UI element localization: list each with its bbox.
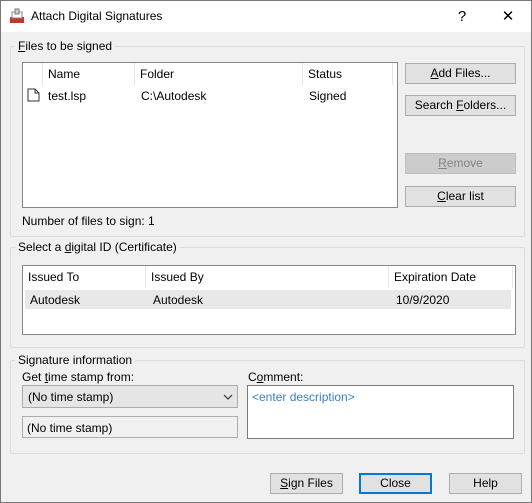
title-bar: Attach Digital Signatures ? ✕: [1, 1, 531, 32]
files-row[interactable]: test.lsp C:\Autodesk Signed: [23, 85, 397, 105]
sign-files-button[interactable]: Sign Files: [270, 473, 343, 494]
chevron-down-icon: [223, 394, 233, 400]
digital-id-group-label: Select a digital ID (Certificate): [15, 240, 180, 254]
help-button[interactable]: Help: [449, 473, 522, 494]
comment-label: Comment:: [248, 370, 304, 384]
timestamp-dropdown[interactable]: (No time stamp): [22, 385, 238, 408]
file-name-cell: test.lsp: [48, 89, 87, 103]
file-folder-cell: C:\Autodesk: [141, 89, 207, 103]
files-col-icon: [23, 63, 43, 85]
cert-col-expiration[interactable]: Expiration Date: [389, 266, 513, 288]
close-button[interactable]: Close: [359, 473, 432, 494]
timestamp-dropdown-value: (No time stamp): [28, 390, 114, 404]
files-col-name[interactable]: Name: [43, 63, 135, 85]
signature-info-group-label: Signature information: [15, 353, 136, 367]
files-group-label: Files to be signed: [15, 39, 116, 53]
files-col-status[interactable]: Status: [303, 63, 393, 85]
cert-col-issued-to[interactable]: Issued To: [23, 266, 146, 288]
files-count-text: Number of files to sign: 1: [22, 214, 155, 228]
close-icon: ✕: [501, 8, 515, 25]
certificate-row[interactable]: Autodesk Autodesk 10/9/2020: [25, 290, 511, 309]
cert-issued-by-cell: Autodesk: [153, 293, 204, 307]
window-title: Attach Digital Signatures: [31, 9, 163, 23]
timestamp-readonly-field: (No time stamp): [22, 416, 238, 438]
comment-textarea[interactable]: <enter description>: [247, 385, 514, 439]
help-title-button[interactable]: ?: [439, 1, 485, 32]
cert-expiration-cell: 10/9/2020: [396, 293, 450, 307]
question-mark-icon: ?: [457, 8, 467, 25]
timestamp-readonly-value: (No time stamp): [27, 421, 113, 435]
signature-app-icon: [10, 8, 24, 23]
files-list[interactable]: Name Folder Status test.lsp C:\Autodesk …: [22, 62, 398, 208]
add-files-button[interactable]: Add Files...: [405, 63, 516, 84]
search-folders-button[interactable]: Search Folders...: [405, 95, 516, 116]
certificate-list[interactable]: Issued To Issued By Expiration Date Auto…: [22, 265, 516, 335]
comment-placeholder: <enter description>: [252, 390, 355, 404]
dialog-window: Attach Digital Signatures ? ✕ Files to b…: [0, 0, 532, 503]
file-icon: [27, 88, 40, 102]
timestamp-label: Get time stamp from:: [22, 370, 135, 384]
file-status-cell: Signed: [309, 89, 347, 103]
remove-button[interactable]: Remove: [405, 153, 516, 174]
close-title-button[interactable]: ✕: [485, 1, 531, 32]
cert-issued-to-cell: Autodesk: [30, 293, 81, 307]
clear-list-button[interactable]: Clear list: [405, 186, 516, 207]
files-col-folder[interactable]: Folder: [135, 63, 303, 85]
cert-col-issued-by[interactable]: Issued By: [146, 266, 389, 288]
